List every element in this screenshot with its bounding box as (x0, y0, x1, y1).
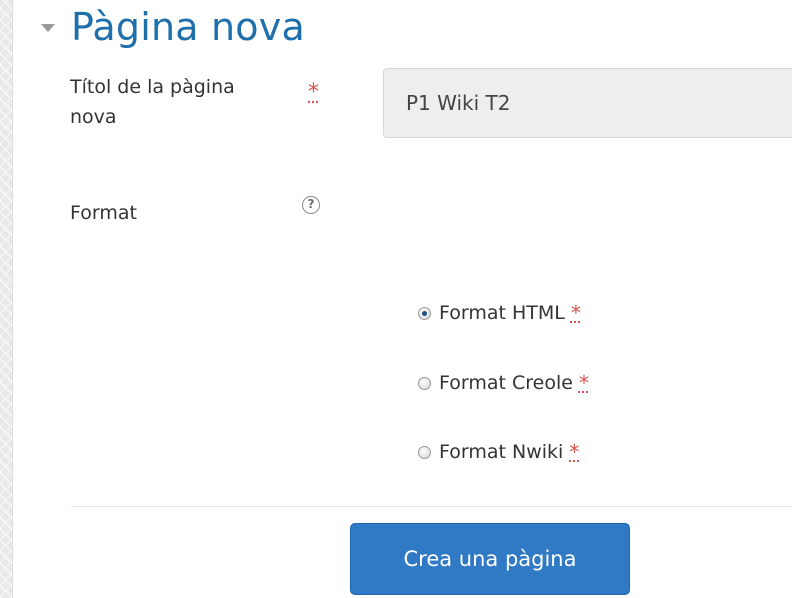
required-icon: * (308, 80, 319, 105)
radio-format-html[interactable]: Format HTML * (418, 302, 581, 324)
section-title: Pàgina nova (71, 5, 305, 49)
radio-format-nwiki[interactable]: Format Nwiki * (418, 441, 579, 463)
collapse-triangle-icon[interactable] (41, 24, 55, 32)
radio-label: Format Nwiki (439, 441, 564, 463)
format-label: Format (70, 202, 137, 224)
radio-label: Format HTML (439, 302, 565, 324)
required-icon: * (570, 301, 581, 325)
radio-format-creole[interactable]: Format Creole * (418, 372, 589, 394)
radio-label: Format Creole (439, 372, 573, 394)
help-icon[interactable]: ? (302, 196, 320, 214)
form-divider (71, 506, 792, 507)
create-page-button[interactable]: Crea una pàgina (350, 523, 630, 595)
required-icon: * (578, 371, 589, 395)
new-page-form-panel: Pàgina nova Títol de la pàgina nova * Fo… (12, 0, 792, 598)
radio-button-checked[interactable] (418, 306, 431, 320)
required-icon: * (569, 440, 580, 464)
page-title-input[interactable] (383, 68, 792, 138)
page-title-label-line1: Títol de la pàgina (70, 76, 235, 98)
page-title-label-line2: nova (70, 106, 117, 128)
radio-button[interactable] (418, 445, 431, 459)
section-header[interactable]: Pàgina nova (41, 8, 305, 46)
radio-button[interactable] (418, 376, 431, 390)
page-title-label: Títol de la pàgina nova (70, 72, 235, 132)
